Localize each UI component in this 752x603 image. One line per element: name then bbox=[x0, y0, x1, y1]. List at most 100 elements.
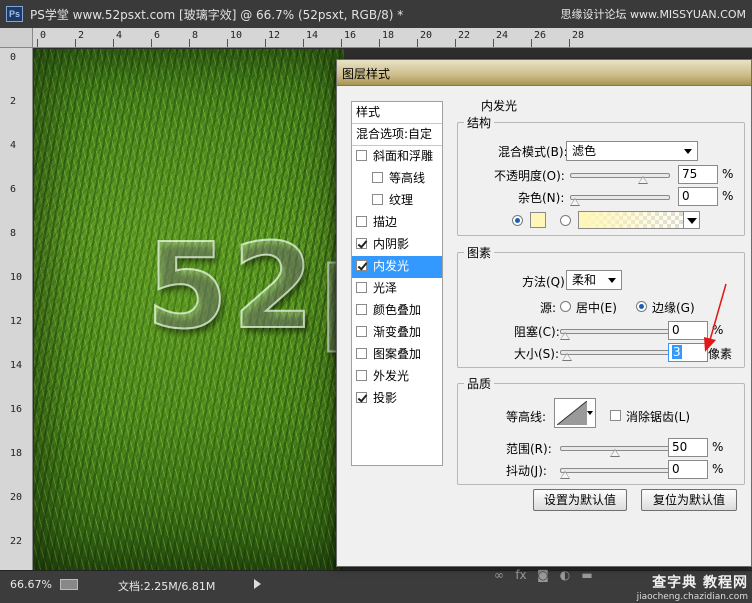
antialias-label[interactable]: 消除锯齿(L) bbox=[626, 408, 690, 425]
style-item[interactable]: 内阴影 bbox=[352, 234, 442, 256]
contour-dropdown-icon[interactable] bbox=[587, 411, 593, 415]
blend-mode-select[interactable]: 滤色 bbox=[566, 141, 698, 161]
glow-color-swatch[interactable] bbox=[530, 212, 546, 228]
style-item[interactable]: 斜面和浮雕 bbox=[352, 146, 442, 168]
ruler-tick bbox=[303, 39, 304, 47]
styles-list: 样式 混合选项:自定 斜面和浮雕 等高线纹理描边内阴影内发光光泽颜色叠加 渐变叠加图… bbox=[351, 101, 443, 466]
style-item[interactable]: 投影 bbox=[352, 388, 442, 410]
style-checkbox[interactable] bbox=[356, 238, 367, 249]
style-item-label: 光泽 bbox=[373, 281, 398, 295]
style-item[interactable]: 光泽 bbox=[352, 278, 442, 300]
ruler-label: 16 bbox=[10, 404, 23, 415]
choke-slider-thumb[interactable] bbox=[560, 332, 570, 340]
style-checkbox[interactable] bbox=[356, 216, 367, 227]
style-item[interactable]: 图案叠加 bbox=[352, 344, 442, 366]
image-canvas[interactable]: 52p bbox=[34, 49, 344, 570]
ruler-label: 20 bbox=[420, 30, 433, 41]
style-item[interactable]: 等高线 bbox=[352, 168, 442, 190]
jitter-slider-thumb[interactable] bbox=[560, 471, 570, 479]
style-checkbox[interactable] bbox=[372, 172, 383, 183]
style-item[interactable]: 描边 bbox=[352, 212, 442, 234]
ruler-label: 18 bbox=[10, 448, 23, 459]
styles-header[interactable]: 样式 bbox=[352, 102, 442, 124]
jitter-slider[interactable] bbox=[560, 468, 670, 479]
contour-label: 等高线: bbox=[506, 410, 547, 424]
range-slider-thumb[interactable] bbox=[610, 449, 620, 457]
style-checkbox[interactable] bbox=[356, 326, 367, 337]
ruler-tick bbox=[227, 39, 228, 47]
opacity-input[interactable]: 75 bbox=[678, 165, 718, 184]
opacity-slider[interactable] bbox=[570, 173, 670, 184]
source-edge-radio[interactable] bbox=[636, 301, 647, 312]
ruler-tick bbox=[341, 39, 342, 47]
style-checkbox[interactable] bbox=[356, 150, 367, 161]
ruler-label: 14 bbox=[306, 30, 319, 41]
source-center-label[interactable]: 居中(E) bbox=[576, 299, 617, 316]
horizontal-ruler[interactable]: 0 2 4 6 8 10 12 14 16 18 20 22 24 26 28 bbox=[33, 28, 752, 48]
glow-gradient-picker[interactable] bbox=[578, 211, 700, 229]
gradient-radio[interactable] bbox=[560, 215, 571, 226]
style-item[interactable]: 颜色叠加 bbox=[352, 300, 442, 322]
gradient-dropdown-icon[interactable] bbox=[683, 212, 699, 228]
size-input[interactable]: 3 bbox=[668, 343, 708, 362]
mask-icon[interactable]: ◙ bbox=[532, 568, 554, 582]
noise-input[interactable]: 0 bbox=[678, 187, 718, 206]
adjustment-icon[interactable]: ◐ bbox=[554, 568, 576, 582]
status-menu-arrow-icon[interactable] bbox=[254, 579, 261, 589]
range-input[interactable]: 50 bbox=[668, 438, 708, 457]
style-checkbox[interactable] bbox=[356, 348, 367, 359]
style-checkbox[interactable] bbox=[372, 194, 383, 205]
style-checkbox[interactable] bbox=[356, 370, 367, 381]
ruler-label: 22 bbox=[458, 30, 471, 41]
antialias-checkbox[interactable] bbox=[610, 410, 621, 421]
solid-color-radio[interactable] bbox=[512, 215, 523, 226]
dialog-title-bar[interactable]: 图层样式 bbox=[337, 60, 751, 86]
vertical-ruler[interactable]: 0 2 4 6 8 10 12 14 16 18 20 22 bbox=[0, 48, 33, 570]
structure-group: 结构 混合模式(B): 滤色 不透明度(O): 75 % 杂色(N): 0 % bbox=[457, 114, 745, 236]
ruler-tick bbox=[379, 39, 380, 47]
size-slider-thumb[interactable] bbox=[562, 353, 572, 361]
style-item[interactable]: 纹理 bbox=[352, 190, 442, 212]
blending-options-item[interactable]: 混合选项:自定 bbox=[352, 124, 442, 146]
style-item-label: 纹理 bbox=[389, 193, 414, 207]
style-checkbox[interactable] bbox=[356, 282, 367, 293]
contour-picker[interactable] bbox=[554, 398, 596, 428]
ruler-label: 2 bbox=[10, 96, 17, 107]
fx-icon[interactable]: fx bbox=[510, 568, 532, 582]
section-title: 内发光 bbox=[481, 99, 518, 113]
style-item-label: 内阴影 bbox=[373, 237, 410, 251]
style-checkbox[interactable] bbox=[356, 260, 367, 271]
source-edge-label[interactable]: 边缘(G) bbox=[652, 299, 695, 316]
ruler-label: 12 bbox=[268, 30, 281, 41]
noise-slider[interactable] bbox=[570, 195, 670, 206]
jitter-input[interactable]: 0 bbox=[668, 460, 708, 479]
opacity-slider-thumb[interactable] bbox=[638, 176, 648, 184]
ruler-tick bbox=[569, 39, 570, 47]
document-size: 文档:2.25M/6.81M bbox=[118, 580, 216, 593]
style-item[interactable]: 内发光 bbox=[352, 256, 442, 278]
noise-slider-thumb[interactable] bbox=[570, 198, 580, 206]
link-icon[interactable]: ∞ bbox=[488, 568, 510, 582]
reset-default-button[interactable]: 复位为默认值 bbox=[641, 489, 737, 511]
zoom-level[interactable]: 66.67% bbox=[10, 578, 52, 591]
dialog-title: 图层样式 bbox=[342, 67, 391, 81]
style-item[interactable]: 外发光 bbox=[352, 366, 442, 388]
ruler-origin[interactable] bbox=[0, 28, 33, 48]
ruler-tick bbox=[75, 39, 76, 47]
style-checkbox[interactable] bbox=[356, 304, 367, 315]
style-checkbox[interactable] bbox=[356, 392, 367, 403]
choke-input[interactable]: 0 bbox=[668, 321, 708, 340]
status-info-icon[interactable] bbox=[60, 579, 78, 590]
ruler-label: 8 bbox=[10, 228, 17, 239]
choke-slider[interactable] bbox=[560, 329, 670, 340]
source-center-radio[interactable] bbox=[560, 301, 571, 312]
document-title-bar: Ps PS学堂 www.52psxt.com [玻璃字效] @ 66.7% (5… bbox=[0, 0, 752, 28]
make-default-button[interactable]: 设置为默认值 bbox=[533, 489, 627, 511]
size-slider[interactable] bbox=[560, 350, 670, 361]
quality-group: 品质 等高线: 消除锯齿(L) 范围(R): 50 % 抖动(J): 0 % bbox=[457, 375, 745, 485]
style-item[interactable]: 渐变叠加 bbox=[352, 322, 442, 344]
method-select[interactable]: 柔和 bbox=[566, 270, 622, 290]
elements-legend: 图素 bbox=[464, 244, 495, 261]
folder-icon[interactable]: ▬ bbox=[576, 568, 598, 582]
range-slider[interactable] bbox=[560, 446, 670, 457]
